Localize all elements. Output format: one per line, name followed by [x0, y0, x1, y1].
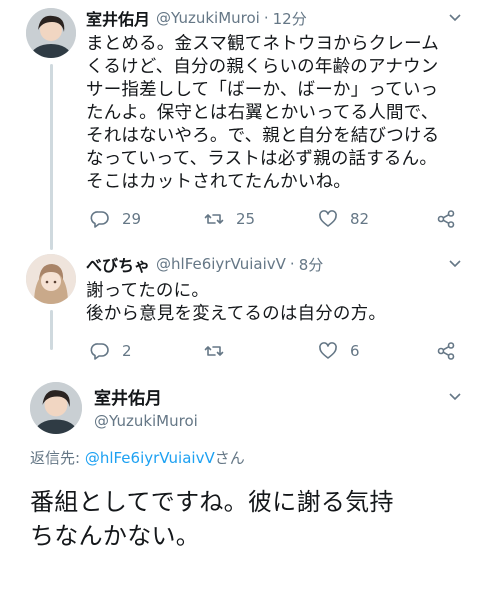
reply-count: 29 — [122, 210, 142, 228]
chevron-down-icon[interactable] — [448, 11, 462, 25]
separator-dot: · — [289, 255, 295, 273]
retweet-count: 25 — [236, 210, 256, 228]
heart-icon — [319, 342, 337, 359]
reply-suffix: さん — [214, 449, 245, 467]
tweet-text-line: 番組としてですね。彼に謝る気持 — [30, 488, 394, 516]
user-handle[interactable]: @YuzukiMuroi — [156, 9, 260, 27]
tweet-text-line: まとめる。金スマ観てネトウヨからクレーム — [86, 34, 439, 54]
retweet-button[interactable]: 25 — [204, 207, 255, 231]
tweet-text-line: なっていって、ラストは必ず親の話するん。 — [86, 149, 438, 169]
tweet-header: 室井佑月 @YuzukiMuroi · 12分 — [86, 6, 470, 30]
share-button[interactable] — [436, 207, 456, 231]
share-button[interactable] — [436, 339, 456, 363]
retweet-icon — [204, 346, 224, 356]
share-icon — [437, 342, 455, 360]
reply-button[interactable]: 29 — [90, 207, 141, 231]
like-button[interactable]: 6 — [318, 339, 360, 363]
replying-to: 返信先: @hlFe6iyrVuiaivVさん — [30, 447, 245, 468]
avatar-image — [30, 382, 82, 434]
reply-handle-link[interactable]: @hlFe6iyrVuiaivV — [85, 449, 215, 467]
tweet-text: 謝ってたのに。 後から意見を変えてるのは自分の方。 — [86, 280, 468, 326]
like-button[interactable]: 82 — [318, 207, 369, 231]
reply-prefix: 返信先: — [30, 449, 85, 467]
share-icon — [437, 210, 455, 228]
tweet-text-line: くるけど、自分の親くらいの年齢のアナウン — [86, 57, 439, 77]
user-handle[interactable]: @YuzukiMuroi — [94, 412, 198, 430]
tweet-text-line: そこはカットされてたんかいね。 — [86, 172, 351, 192]
reply-count: 2 — [122, 342, 132, 360]
chevron-down-icon[interactable] — [448, 257, 462, 271]
retweet-button[interactable] — [204, 339, 236, 363]
display-name[interactable]: 室井佑月 — [86, 6, 150, 30]
chevron-down-icon[interactable] — [448, 390, 462, 404]
tweet-actions: 29 25 82 — [86, 207, 460, 231]
tweet-text-line: それはないやろ。で、親と自分を結びつける — [86, 126, 440, 146]
tweet-header: べびちゃ @hlFe6iyrVuiaivV · 8分 — [86, 252, 470, 276]
reply-icon — [90, 211, 109, 228]
heart-icon — [319, 210, 337, 227]
tweet-text-line: サー指差しして「ばーか、ばーか」っていっ — [86, 80, 439, 100]
tweet-text-line: 後から意見を変えてるのは自分の方。 — [86, 304, 387, 324]
tweet-text-line: たんよ。保守とは右翼とかいってる人間で、 — [86, 103, 439, 123]
reply-icon — [90, 343, 109, 360]
avatar-image — [26, 254, 76, 304]
tweet-text: 番組としてですね。彼に謝る気持 ちなんかない。 — [30, 485, 460, 553]
tweet-actions: 2 6 — [86, 339, 460, 363]
tweet-text-line: 謝ってたのに。 — [86, 281, 210, 301]
timestamp[interactable]: 8分 — [299, 254, 324, 275]
separator-dot: · — [263, 9, 269, 27]
focused-tweet — [0, 372, 480, 594]
tweet-2[interactable]: べびちゃ @hlFe6iyrVuiaivV · 8分 謝ってたのに。 後から意見… — [0, 246, 480, 372]
avatar[interactable] — [30, 382, 82, 434]
tweet-text-line: ちなんかない。 — [30, 522, 201, 550]
display-name[interactable]: 室井佑月 — [94, 384, 162, 409]
like-count: 82 — [350, 210, 370, 228]
display-name[interactable]: べびちゃ — [86, 252, 150, 276]
tweet-text: まとめる。金スマ観てネトウヨからクレーム くるけど、自分の親くらいの年齢のアナウ… — [86, 33, 468, 194]
timestamp[interactable]: 12分 — [273, 8, 307, 29]
like-count: 6 — [350, 342, 360, 360]
avatar-image — [26, 8, 76, 58]
retweet-icon — [204, 214, 224, 224]
thread-line — [50, 310, 53, 350]
user-handle[interactable]: @hlFe6iyrVuiaivV — [156, 255, 286, 273]
thread-line — [50, 64, 53, 250]
reply-button[interactable]: 2 — [90, 339, 132, 363]
avatar[interactable] — [26, 8, 76, 58]
tweet-1[interactable]: 室井佑月 @YuzukiMuroi · 12分 まとめる。金スマ観てネトウヨから… — [0, 0, 480, 250]
avatar[interactable] — [26, 254, 76, 304]
